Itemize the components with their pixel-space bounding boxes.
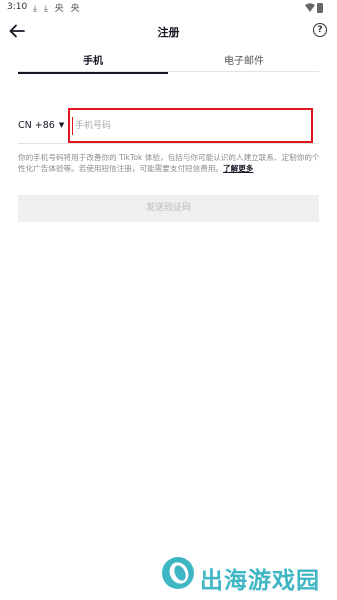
caret-down-icon: ▼ bbox=[58, 121, 65, 129]
tab-phone[interactable]: 手机 bbox=[18, 52, 168, 74]
page-title: 注册 bbox=[157, 26, 180, 39]
help-icon[interactable]: ? bbox=[313, 23, 327, 37]
status-indicators bbox=[305, 2, 327, 14]
header: 注册 ? bbox=[0, 18, 337, 46]
country-code-selector[interactable]: CN +86 ▼ bbox=[18, 120, 64, 136]
disclaimer-text: 你的手机号码将用于改善你的 TikTok 体验，包括与你可能认识的人建立联系、定… bbox=[18, 153, 320, 173]
watermark: 出海游戏园 bbox=[160, 555, 330, 595]
tab-email[interactable]: 电子邮件 bbox=[169, 52, 319, 72]
input-divider bbox=[18, 143, 319, 144]
tab-bar: 手机 电子邮件 bbox=[18, 50, 319, 74]
tab-phone-label: 手机 bbox=[83, 56, 103, 67]
active-tab-indicator bbox=[18, 72, 168, 74]
tab-email-label: 电子邮件 bbox=[224, 56, 264, 67]
phone-number-input[interactable] bbox=[72, 117, 302, 135]
privacy-disclaimer: 你的手机号码将用于改善你的 TikTok 体验，包括与你可能认识的人建立联系、定… bbox=[18, 152, 320, 174]
phone-input-highlight bbox=[68, 108, 313, 143]
status-bar: 3:10 ⤓ ⤓ 央 央 bbox=[0, 0, 337, 18]
country-code-label: CN +86 bbox=[18, 120, 55, 131]
battery-icon bbox=[317, 3, 323, 13]
status-time: 3:10 bbox=[7, 2, 28, 12]
learn-more-link[interactable]: 了解更多 bbox=[223, 164, 253, 173]
watermark-logo-icon bbox=[162, 557, 194, 589]
wifi-icon bbox=[305, 3, 315, 12]
send-code-button[interactable]: 发送验证码 bbox=[18, 195, 319, 222]
watermark-text: 出海游戏园 bbox=[200, 568, 320, 594]
notification-icons: ⤓ ⤓ 央 央 bbox=[33, 4, 82, 14]
